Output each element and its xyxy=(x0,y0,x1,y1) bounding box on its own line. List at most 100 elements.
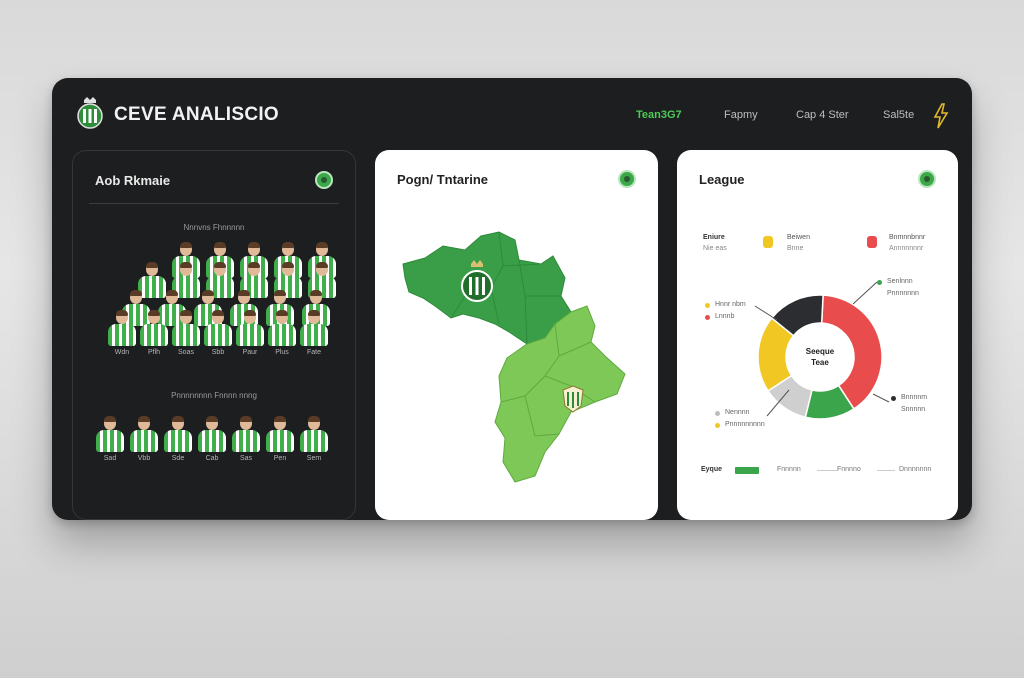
player-head xyxy=(244,310,256,324)
nav-tab-2[interactable]: Fapmy xyxy=(724,109,758,121)
legend-label: Snnnnn xyxy=(901,406,926,413)
player-name: Cab xyxy=(205,455,219,462)
player-figure[interactable]: Soas xyxy=(171,310,201,357)
player-name: Vbb xyxy=(137,455,151,462)
map-panel-title: Pogn/ Tntarine xyxy=(397,172,488,187)
player-shirt xyxy=(96,430,124,452)
player-figure[interactable]: Sas xyxy=(231,416,261,463)
player-figure[interactable]: Plus xyxy=(267,310,297,357)
player-name: Sde xyxy=(171,455,185,462)
nav-tab-3[interactable]: Cap 4 Ster xyxy=(796,109,849,121)
player-head xyxy=(248,242,260,256)
legend-label: Hnnr nbm xyxy=(715,301,746,308)
player-head xyxy=(166,290,178,304)
player-head xyxy=(248,262,260,276)
dashboard-window: CEVE ANALISCIO Tean3G7 Fapmy Cap 4 Ster … xyxy=(52,78,972,520)
player-head xyxy=(180,310,192,324)
squad-panel: Aob Rkmaie Nnnvns Fhnnnnn Wdn Pflh Soas Sbb… xyxy=(72,150,356,520)
player-figure[interactable]: Pen xyxy=(265,416,295,463)
player-name: Fate xyxy=(306,349,321,356)
player-shirt xyxy=(236,324,264,346)
player-head xyxy=(116,310,128,324)
legend-label: Pnnnnnnnnn xyxy=(725,421,765,428)
player-head xyxy=(214,242,226,256)
player-head xyxy=(146,262,158,276)
footer-item[interactable]: Fnnnnn xyxy=(777,466,801,473)
player-head xyxy=(148,310,160,324)
footer-bar xyxy=(735,467,759,474)
player-figure[interactable]: Wdn xyxy=(107,310,137,357)
player-figure[interactable]: Vbb xyxy=(129,416,159,463)
player-shirt xyxy=(300,324,328,346)
player-figure[interactable]: Sem xyxy=(299,416,329,463)
player-head xyxy=(130,290,142,304)
legend-label: Bnnnnm xyxy=(901,394,928,401)
player-figure[interactable]: Cab xyxy=(197,416,227,463)
player-head xyxy=(138,416,150,430)
legend-label: Nennnn xyxy=(725,409,750,416)
legend-dot xyxy=(891,396,896,401)
player-head xyxy=(180,262,192,276)
player-head xyxy=(308,416,320,430)
map-panel: Pogn/ Tntarine xyxy=(375,150,658,520)
footer-item[interactable]: Fnnnno xyxy=(837,466,861,473)
callout-lines xyxy=(754,281,890,417)
nav-tab-1[interactable]: Tean3G7 xyxy=(636,109,682,121)
player-figure[interactable]: Sde xyxy=(163,416,193,463)
player-head xyxy=(212,310,224,324)
player-head xyxy=(308,310,320,324)
legend-label: Lnnnb xyxy=(715,313,735,320)
footer-separator xyxy=(817,470,837,471)
player-head xyxy=(274,290,286,304)
player-head xyxy=(180,242,192,256)
player-shirt xyxy=(300,430,328,452)
player-figure[interactable]: Pflh xyxy=(139,310,169,357)
player-head xyxy=(202,290,214,304)
player-head xyxy=(206,416,218,430)
region-map[interactable] xyxy=(395,226,640,486)
footer-item[interactable]: Dnnnnnnn xyxy=(899,466,931,473)
player-shirt xyxy=(172,324,200,346)
player-head xyxy=(282,262,294,276)
legend-dot xyxy=(705,303,710,308)
player-shirt xyxy=(130,430,158,452)
player-name: Pen xyxy=(273,455,287,462)
app-title: CEVE ANALISCIO xyxy=(114,104,280,125)
player-shirt xyxy=(140,324,168,346)
player-figure[interactable]: Paur xyxy=(235,310,265,357)
player-head xyxy=(172,416,184,430)
nav-tab-4[interactable]: Sal5te xyxy=(883,109,914,121)
legend-dot xyxy=(715,423,720,428)
player-head xyxy=(310,290,322,304)
legend-dot xyxy=(877,280,882,285)
footer-separator xyxy=(877,470,895,471)
player-figure[interactable]: Fate xyxy=(299,310,329,357)
player-shirt xyxy=(198,430,226,452)
player-head xyxy=(274,416,286,430)
footer-label: Eyque xyxy=(701,466,723,473)
player-head xyxy=(316,242,328,256)
club-crest-icon xyxy=(77,97,103,129)
player-name: Sem xyxy=(306,455,322,462)
player-shirt xyxy=(204,324,232,346)
player-figure[interactable]: Sbb xyxy=(203,310,233,357)
squad-formation: Wdn Pflh Soas Sbb Paur Plus Fate Sad Vbb Sde Cab Sa… xyxy=(73,151,357,521)
map-badge-icon[interactable] xyxy=(618,170,636,188)
player-head xyxy=(282,242,294,256)
league-panel: League Eniure Nie eas Beiwen Bnne Bnmnnb… xyxy=(677,150,958,520)
player-shirt xyxy=(268,324,296,346)
player-shirt xyxy=(232,430,260,452)
player-head xyxy=(276,310,288,324)
player-head xyxy=(240,416,252,430)
player-shirt xyxy=(266,430,294,452)
legend-dot xyxy=(705,315,710,320)
player-figure[interactable]: Sad xyxy=(95,416,125,463)
player-shirt xyxy=(164,430,192,452)
player-name: Sas xyxy=(239,455,253,462)
player-shirt xyxy=(108,324,136,346)
lightning-icon[interactable] xyxy=(932,103,950,129)
legend-label: Senlnnn xyxy=(887,278,913,285)
legend-dot xyxy=(715,411,720,416)
player-head xyxy=(238,290,250,304)
player-head xyxy=(316,262,328,276)
